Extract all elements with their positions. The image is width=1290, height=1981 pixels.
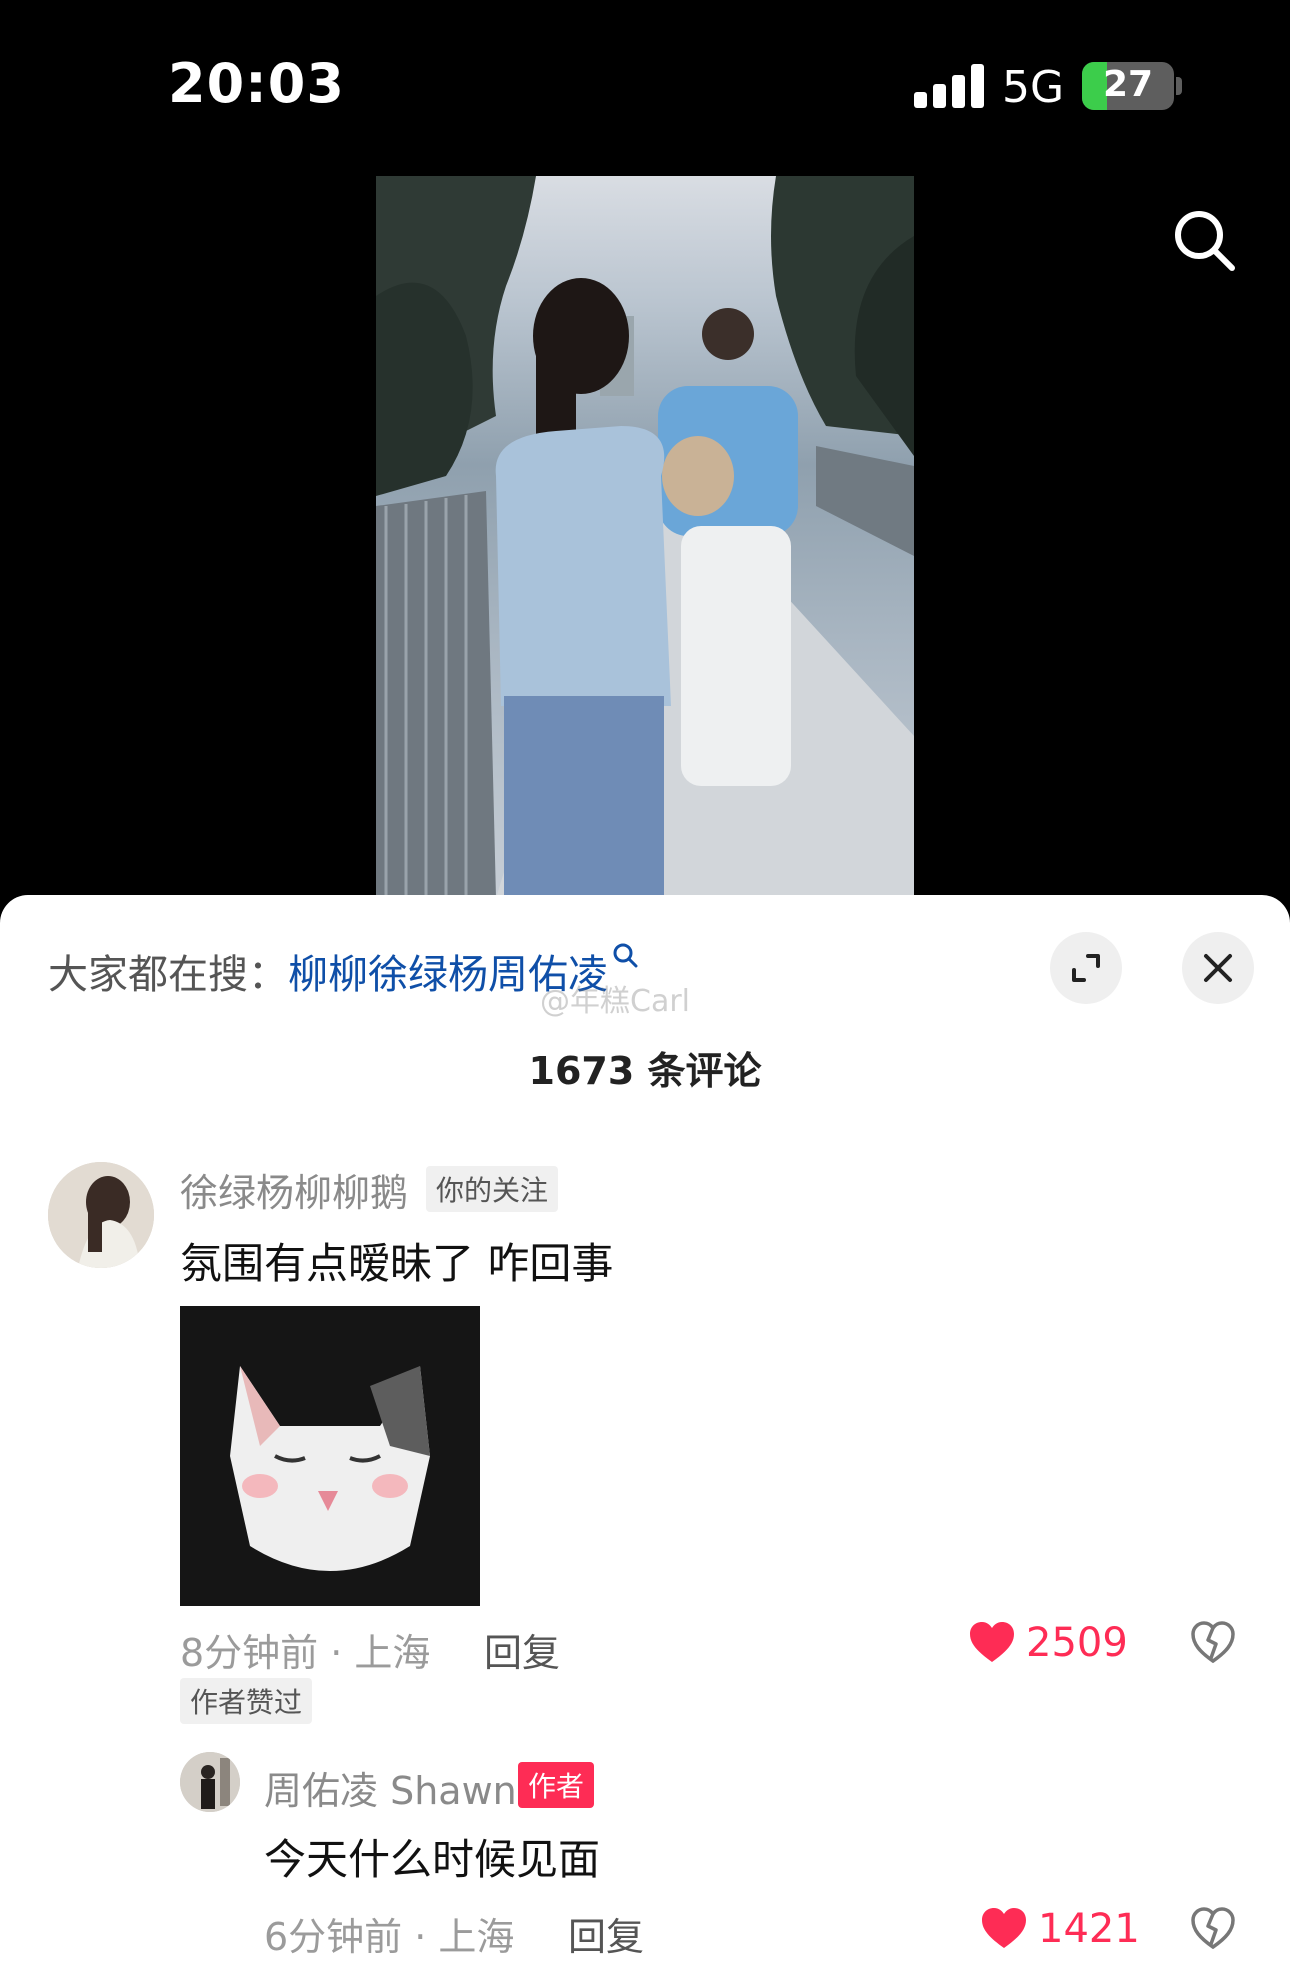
- heart-icon[interactable]: [980, 1906, 1028, 1950]
- trending-prefix: 大家都在搜：: [48, 952, 288, 998]
- like-count: 1421: [1038, 1906, 1140, 1952]
- avatar[interactable]: [180, 1752, 240, 1812]
- comment-username[interactable]: 徐绿杨柳柳鹅: [180, 1162, 408, 1217]
- status-time: 20:03: [168, 52, 345, 115]
- author-liked-badge: 作者赞过: [180, 1678, 313, 1724]
- comment-text: 氛围有点暧昧了 咋回事: [180, 1239, 614, 1288]
- battery-level: 27: [1102, 64, 1154, 105]
- comment-username[interactable]: 周佑凌 Shawn: [264, 1760, 517, 1815]
- avatar[interactable]: [48, 1162, 154, 1268]
- comment-meta: 8分钟前 · 上海: [180, 1631, 431, 1675]
- avatar-image: [48, 1162, 154, 1268]
- watermark: @年糕Carl: [540, 984, 690, 1019]
- status-bar: 20:03 5G 27: [0, 0, 1290, 170]
- reply-button[interactable]: 回复: [484, 1622, 560, 1677]
- avatar-image: [180, 1752, 240, 1812]
- comment-meta: 6分钟前 · 上海: [264, 1915, 515, 1959]
- following-tag: 你的关注: [426, 1166, 559, 1212]
- battery-cap: [1176, 77, 1182, 95]
- network-type: 5G: [1002, 62, 1065, 113]
- search-icon: [613, 943, 638, 968]
- like-count: 2509: [1026, 1620, 1128, 1666]
- cellular-signal-icon: [914, 64, 984, 108]
- close-icon: [1204, 954, 1232, 982]
- search-icon[interactable]: [1172, 208, 1236, 272]
- expand-button[interactable]: [1050, 932, 1122, 1004]
- video-frame-image: [376, 176, 914, 898]
- battery-icon: 27: [1082, 62, 1174, 110]
- expand-icon: [1072, 954, 1100, 982]
- author-tag: 作者: [518, 1762, 595, 1808]
- heart-icon[interactable]: [968, 1620, 1016, 1664]
- broken-heart-icon[interactable]: [1190, 1906, 1236, 1950]
- cat-sticker: [180, 1306, 480, 1606]
- close-button[interactable]: [1182, 932, 1254, 1004]
- video-player[interactable]: [376, 176, 914, 898]
- comment-count: 1673 条评论: [528, 1049, 762, 1093]
- comment-text: 今天什么时候见面: [264, 1835, 601, 1884]
- comment-sticker-image[interactable]: [180, 1306, 480, 1606]
- reply-button[interactable]: 回复: [568, 1906, 644, 1961]
- broken-heart-icon[interactable]: [1190, 1620, 1236, 1664]
